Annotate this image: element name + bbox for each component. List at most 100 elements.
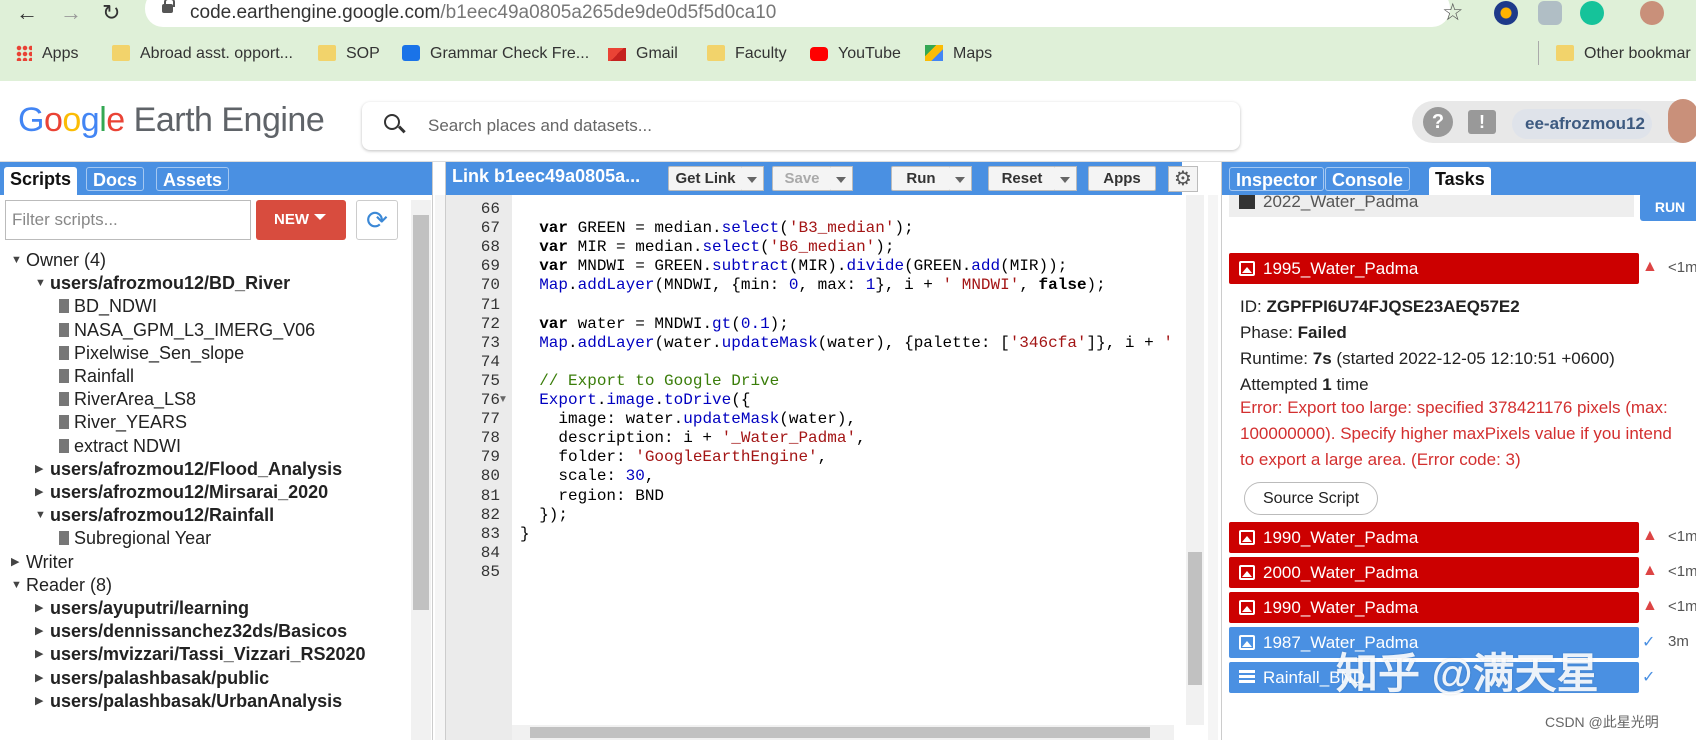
- profile-avatar-icon[interactable]: [1640, 1, 1664, 25]
- script-folder[interactable]: users/afrozmou12/Mirsarai_2020: [50, 481, 328, 503]
- editor-scrollbar[interactable]: [1186, 195, 1204, 725]
- code-line[interactable]: // Export to Google Drive: [520, 371, 779, 391]
- code-line[interactable]: description: i + '_Water_Padma',: [520, 428, 865, 448]
- extension-icon[interactable]: [1494, 1, 1518, 25]
- code-area[interactable]: var GREEN = median.select('B3_median'); …: [512, 195, 1172, 725]
- script-folder[interactable]: users/mvizzari/Tassi_Vizzari_RS2020: [50, 643, 366, 665]
- script-file[interactable]: River_YEARS: [59, 411, 187, 433]
- code-line[interactable]: Map.addLayer(water.updateMask(water), {p…: [520, 333, 1172, 353]
- tab-docs[interactable]: Docs: [86, 167, 145, 191]
- run-task-button[interactable]: RUN: [1640, 195, 1696, 221]
- bookmark-faculty[interactable]: Faculty: [707, 42, 787, 66]
- code-line[interactable]: region: BND: [520, 486, 664, 506]
- run-dropdown[interactable]: [950, 166, 972, 191]
- script-folder[interactable]: users/palashbasak/public: [50, 667, 269, 689]
- scrollbar-thumb[interactable]: [1188, 552, 1202, 685]
- editor-hscrollbar[interactable]: [512, 725, 1174, 740]
- script-folder[interactable]: users/dennissanchez32ds/Basicos: [50, 620, 347, 642]
- collapsed-caret-icon[interactable]: ▶: [35, 620, 43, 642]
- new-script-button[interactable]: NEW: [256, 200, 346, 240]
- bookmark-star-icon[interactable]: ☆: [1442, 0, 1464, 26]
- earth-engine-logo[interactable]: Google Earth Engine: [18, 101, 325, 140]
- bookmark-grammar[interactable]: Grammar Check Fre...: [402, 42, 589, 66]
- project-selector[interactable]: ee-afrozmou12: [1512, 109, 1652, 139]
- expanded-caret-icon[interactable]: ▼: [35, 272, 46, 294]
- code-line[interactable]: scale: 30,: [520, 466, 654, 486]
- bookmark-sop[interactable]: SOP: [318, 42, 380, 66]
- collapsed-caret-icon[interactable]: ▶: [35, 458, 43, 480]
- forward-icon[interactable]: →: [60, 0, 82, 26]
- collapsed-caret-icon[interactable]: ▶: [35, 597, 43, 619]
- script-file[interactable]: extract NDWI: [59, 435, 181, 457]
- bookmark-other[interactable]: Other bookmar: [1556, 42, 1691, 66]
- collapsed-caret-icon[interactable]: ▶: [11, 551, 19, 573]
- gear-icon[interactable]: ⚙: [1168, 166, 1198, 192]
- code-line[interactable]: var MIR = median.select('B6_median');: [520, 237, 894, 257]
- left-scrollbar[interactable]: [411, 200, 431, 740]
- task-row[interactable]: 2022_Water_Padma: [1229, 195, 1634, 217]
- reload-icon[interactable]: ↻: [102, 0, 120, 26]
- save-dropdown[interactable]: [831, 166, 853, 191]
- fold-icon[interactable]: ▼: [498, 394, 508, 405]
- code-line[interactable]: Map.addLayer(MNDWI, {min: 0, max: 1}, i …: [520, 275, 1106, 295]
- reset-button[interactable]: Reset: [988, 166, 1056, 191]
- bookmark-youtube[interactable]: YouTube: [810, 42, 901, 66]
- code-line[interactable]: Export.image.toDrive({: [520, 390, 750, 410]
- script-file[interactable]: Subregional Year: [59, 527, 211, 549]
- collapsed-caret-icon[interactable]: ▶: [35, 481, 43, 503]
- tab-tasks[interactable]: Tasks: [1429, 167, 1491, 195]
- expanded-caret-icon[interactable]: ▼: [11, 249, 22, 271]
- script-folder[interactable]: users/palashbasak/UrbanAnalysis: [50, 690, 342, 712]
- search-icon[interactable]: [384, 114, 400, 130]
- collapsed-caret-icon[interactable]: ▶: [35, 690, 43, 712]
- script-file[interactable]: NASA_GPM_L3_IMERG_V06: [59, 319, 315, 341]
- left-splitter[interactable]: [435, 195, 445, 740]
- run-button[interactable]: Run: [891, 166, 951, 191]
- refresh-icon[interactable]: ⟳: [356, 200, 398, 240]
- get-link-dropdown[interactable]: [742, 166, 764, 191]
- script-folder[interactable]: users/ayuputri/learning: [50, 597, 249, 619]
- search-input[interactable]: [428, 102, 1208, 150]
- code-line[interactable]: image: water.updateMask(water),: [520, 409, 856, 429]
- grammarly-extension-icon[interactable]: [1580, 1, 1604, 25]
- save-button[interactable]: Save: [772, 166, 832, 191]
- task-row-failed-expanded[interactable]: 1995_Water_Padma: [1229, 253, 1639, 284]
- task-row[interactable]: 1990_Water_Padma: [1229, 592, 1639, 623]
- code-line[interactable]: var GREEN = median.select('B3_median');: [520, 218, 913, 238]
- source-script-button[interactable]: Source Script: [1244, 482, 1378, 515]
- code-line[interactable]: });: [520, 505, 568, 525]
- script-folder[interactable]: users/afrozmou12/Flood_Analysis: [50, 458, 342, 480]
- task-row[interactable]: 1990_Water_Padma: [1229, 522, 1639, 553]
- lock-icon[interactable]: [162, 0, 175, 13]
- code-line[interactable]: folder: 'GoogleEarthEngine',: [520, 447, 827, 467]
- user-avatar[interactable]: [1668, 99, 1696, 143]
- tab-scripts[interactable]: Scripts: [4, 167, 78, 195]
- bookmark-maps[interactable]: Maps: [925, 42, 992, 66]
- code-line[interactable]: }: [520, 524, 530, 544]
- bookmark-abroad[interactable]: Abroad asst. opport...: [112, 42, 293, 66]
- code-line[interactable]: var water = MNDWI.gt(0.1);: [520, 314, 789, 334]
- collapsed-caret-icon[interactable]: ▶: [35, 643, 43, 665]
- script-folder[interactable]: Writer: [26, 551, 74, 573]
- tab-console[interactable]: Console: [1325, 167, 1411, 191]
- get-link-button[interactable]: Get Link: [668, 166, 743, 191]
- apps-button[interactable]: Apps: [1088, 166, 1156, 191]
- script-file[interactable]: Rainfall: [59, 365, 134, 387]
- script-title[interactable]: Link b1eec49a0805a...: [452, 166, 640, 187]
- collapsed-caret-icon[interactable]: ▶: [35, 667, 43, 689]
- feedback-icon[interactable]: !: [1468, 110, 1496, 134]
- reset-dropdown[interactable]: [1055, 166, 1077, 191]
- expanded-caret-icon[interactable]: ▼: [35, 504, 46, 526]
- script-folder[interactable]: Reader (8): [26, 574, 112, 596]
- tab-assets[interactable]: Assets: [156, 167, 230, 191]
- script-file[interactable]: BD_NDWI: [59, 295, 157, 317]
- back-icon[interactable]: ←: [16, 0, 38, 26]
- code-line[interactable]: var MNDWI = GREEN.subtract(MIR).divide(G…: [520, 256, 1067, 276]
- url-text[interactable]: code.earthengine.google.com/b1eec49a0805…: [190, 2, 776, 24]
- expanded-caret-icon[interactable]: ▼: [11, 574, 22, 596]
- scrollbar-thumb[interactable]: [413, 215, 429, 610]
- script-folder[interactable]: users/afrozmou12/BD_River: [50, 272, 290, 294]
- script-folder[interactable]: users/afrozmou12/Rainfall: [50, 504, 274, 526]
- filter-scripts-input[interactable]: [5, 200, 251, 240]
- tab-inspector[interactable]: Inspector: [1229, 167, 1325, 191]
